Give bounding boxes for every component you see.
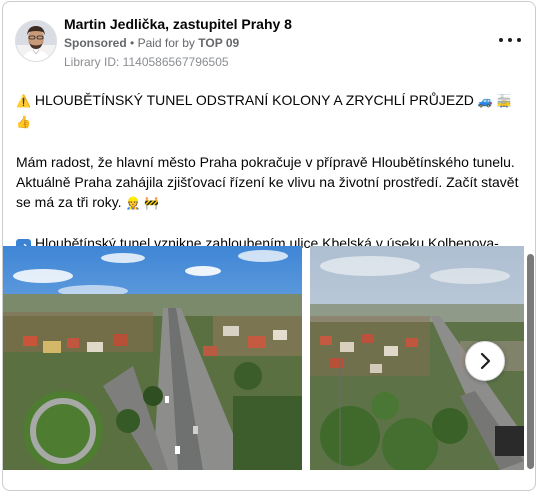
chevron-right-icon bbox=[480, 352, 491, 370]
scrollbar[interactable] bbox=[527, 254, 534, 469]
paid-for-by-name[interactable]: TOP 09 bbox=[198, 36, 239, 50]
meta-separator: • bbox=[130, 36, 135, 50]
paragraph-emojis: 👷 🚧 bbox=[125, 196, 160, 210]
library-id: Library ID: 1140586567796505 bbox=[64, 55, 229, 69]
avatar[interactable] bbox=[15, 20, 57, 62]
post-body: ⚠️ HLOUBĚTÍNSKÝ TUNEL ODSTRANÍ KOLONY A … bbox=[16, 90, 524, 254]
image-carousel[interactable] bbox=[3, 246, 535, 474]
carousel-image-1[interactable] bbox=[3, 246, 302, 470]
author-name[interactable]: Martin Jedlička, zastupitel Prahy 8 bbox=[64, 16, 292, 32]
more-options-icon[interactable] bbox=[499, 32, 521, 48]
headline-text: HLOUBĚTÍNSKÝ TUNEL ODSTRANÍ KOLONY A ZRY… bbox=[34, 92, 474, 108]
sponsored-label[interactable]: Sponsored bbox=[64, 36, 127, 50]
sponsored-line: Sponsored • Paid for by TOP 09 bbox=[64, 36, 239, 50]
avatar-photo bbox=[16, 21, 56, 61]
paid-for-by-label: Paid for by bbox=[137, 36, 195, 50]
paragraph-text: Mám radost, že hlavní město Praha pokrač… bbox=[16, 154, 519, 210]
headline: ⚠️ HLOUBĚTÍNSKÝ TUNEL ODSTRANÍ KOLONY A … bbox=[16, 90, 524, 132]
ad-post-card: Martin Jedlička, zastupitel Prahy 8 Spon… bbox=[2, 1, 536, 491]
carousel-next-button[interactable] bbox=[465, 341, 505, 381]
paragraph: Mám radost, že hlavní město Praha pokrač… bbox=[16, 152, 524, 213]
warning-icon: ⚠️ bbox=[16, 94, 31, 108]
